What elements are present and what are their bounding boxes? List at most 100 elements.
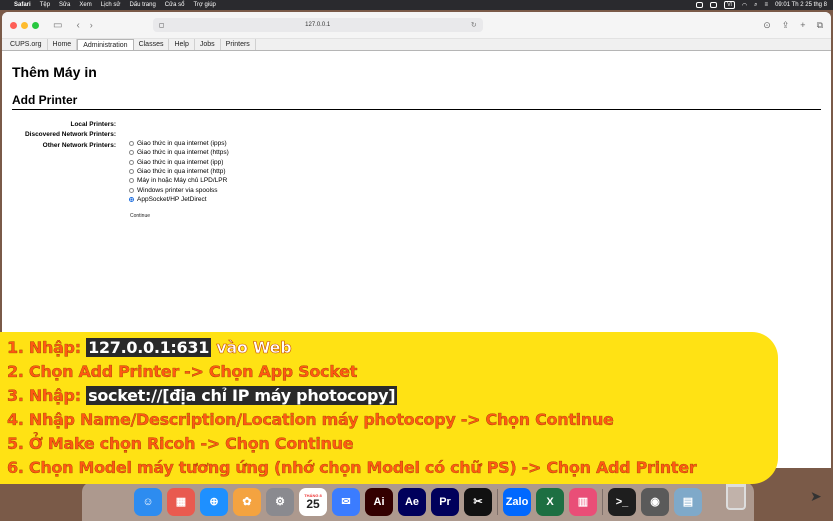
page-title-vi: Thêm Máy in [12,64,97,80]
dock-separator [497,488,498,515]
window-controls [10,21,39,29]
terminal-icon[interactable]: >_ [608,487,636,516]
tab-cups-org[interactable]: CUPS.org [5,39,48,50]
menu-bookmarks[interactable]: Dấu trang [129,2,155,8]
premiere-icon[interactable]: Pr [431,487,459,516]
cursor-icon: ➤ [810,488,822,504]
step-1: 1. Nhập: 127.0.0.1:631 vào Web [7,336,778,360]
option-http[interactable]: Giao thức in qua internet (http) [129,167,229,176]
new-tab-icon[interactable]: + [800,20,805,31]
calendar-day: 25 [306,497,320,511]
step-4: 4. Nhập Name/Description/Location máy ph… [7,410,614,429]
menu-safari[interactable]: Safari [14,2,31,8]
step-1-suffix: vào Web [211,338,292,358]
page-content: Thêm Máy in Add Printer Local Printers: … [2,64,831,226]
quicktime-icon[interactable]: ◉ [641,487,669,516]
address-bar[interactable]: ▢ 127.0.0.1 ↻ [152,18,483,32]
step-5: 5. Ở Make chọn Ricoh -> Chọn Continue [7,434,354,453]
cups-nav: CUPS.org Home Administration Classes Hel… [2,39,831,51]
menu-bar: Safari Tệp Sửa Xem Lịch sử Dấu trang Cửa… [0,0,833,10]
step-6: 6. Chọn Model máy tương ứng (nhớ chọn Mo… [7,458,697,477]
toolbar-right: ⊙ ⇪ + ⧉ [763,20,823,31]
other-printers-label: Other Network Printers: [42,142,116,149]
reload-icon[interactable]: ↻ [471,21,477,29]
option-label: AppSocket/HP JetDirect [137,195,207,203]
photos-icon[interactable]: ✿ [233,487,261,516]
tab-administration[interactable]: Administration [77,39,134,50]
radio-icon[interactable] [129,159,134,165]
tab-classes[interactable]: Classes [134,39,170,50]
radio-icon[interactable] [129,178,134,184]
tab-overview-icon[interactable]: ⧉ [817,20,823,31]
menu-file[interactable]: Tệp [40,2,50,8]
option-https[interactable]: Giao thức in qua internet (https) [129,148,229,157]
illustrator-icon[interactable]: Ai [365,487,393,516]
menu-window[interactable]: Cửa sổ [165,2,185,8]
dock-separator [602,488,603,515]
step-3: 3. Nhập: socket://[địa chỉ IP máy photoc… [7,384,778,408]
excel-icon[interactable]: X [536,487,564,516]
radio-icon[interactable] [129,141,134,147]
option-label: Giao thức in qua internet (ipp) [137,158,224,166]
zoom-window-button[interactable] [32,21,39,29]
menubar-clock[interactable]: 09:01 Th 2 25 thg 8 [775,2,827,8]
radio-icon[interactable] [129,169,134,175]
messenger-icon[interactable]: ✉ [332,487,360,516]
menu-help[interactable]: Trợ giúp [194,2,216,8]
option-spoolss[interactable]: Windows printer via spoolss [129,185,229,194]
printer-options: Giao thức in qua internet (ipps) Giao th… [129,139,229,204]
instructions-overlay: 1. Nhập: 127.0.0.1:631 vào Web 2. Chọn A… [0,332,778,484]
local-printers-label: Local Printers: [70,121,116,128]
option-lpd[interactable]: Máy in hoặc Máy chủ LPD/LPR [129,176,229,185]
option-appsocket[interactable]: AppSocket/HP JetDirect [129,195,229,204]
option-ipp[interactable]: Giao thức in qua internet (ipp) [129,158,229,167]
input-source-badge[interactable]: VI [724,1,735,9]
back-icon[interactable]: ‹ [76,20,79,31]
zalo-icon[interactable]: Zalo [503,487,531,516]
option-label: Máy in hoặc Máy chủ LPD/LPR [137,177,228,185]
trash-icon[interactable] [726,484,746,510]
close-window-button[interactable] [10,21,17,29]
control-center-icon[interactable]: ≡ [765,2,769,8]
menu-edit[interactable]: Sửa [59,2,70,8]
safari-icon[interactable]: ⊕ [200,487,228,516]
sidebar-toggle-icon[interactable]: ▭ [53,20,62,31]
settings-icon[interactable]: ⚙ [266,487,294,516]
radio-selected-icon[interactable] [129,196,134,202]
url-text[interactable]: 127.0.0.1 [164,22,470,28]
add-printer-form: Local Printers: Discovered Network Print… [12,116,821,226]
tab-printers[interactable]: Printers [221,39,256,50]
option-label: Giao thức in qua internet (https) [137,149,229,157]
status-area: VI ◠ ⌕ ≡ 09:01 Th 2 25 thg 8 [696,1,827,9]
finder-icon[interactable]: ☺ [134,487,162,516]
radio-icon[interactable] [129,150,134,156]
wifi-icon[interactable]: ◠ [742,2,747,9]
step-1-prefix: 1. Nhập: [7,338,87,357]
radio-icon[interactable] [129,187,134,193]
discovered-printers-label: Discovered Network Printers: [24,131,116,138]
preview-icon[interactable]: ▤ [674,487,702,516]
tab-home[interactable]: Home [48,39,78,50]
record-icon[interactable] [696,2,704,8]
after-effects-icon[interactable]: Ae [398,487,426,516]
downloads-icon[interactable]: ⊙ [763,20,771,31]
launchpad-icon[interactable]: ▦ [167,487,195,516]
step-2: 2. Chọn Add Printer -> Chọn App Socket [7,362,358,381]
tab-help[interactable]: Help [169,39,195,50]
capcut-icon[interactable]: ✂ [464,487,492,516]
step-3-highlight: socket://[địa chỉ IP máy photocopy] [86,386,398,405]
minimize-window-button[interactable] [21,21,28,29]
step-1-highlight: 127.0.0.1:631 [86,338,212,357]
calendar-icon[interactable]: THÁNG 8 25 [299,487,327,516]
option-ipps[interactable]: Giao thức in qua internet (ipps) [129,139,229,148]
menu-history[interactable]: Lịch sử [101,2,121,8]
search-icon[interactable]: ⌕ [754,2,757,9]
forward-icon[interactable]: › [90,20,93,30]
sync-icon[interactable] [710,2,718,8]
step-3-prefix: 3. Nhập: [7,386,87,405]
menu-view[interactable]: Xem [79,2,91,8]
tab-jobs[interactable]: Jobs [195,39,221,50]
files-icon[interactable]: ▥ [569,487,597,516]
share-icon[interactable]: ⇪ [782,20,790,31]
continue-button[interactable]: Continue [130,213,150,219]
